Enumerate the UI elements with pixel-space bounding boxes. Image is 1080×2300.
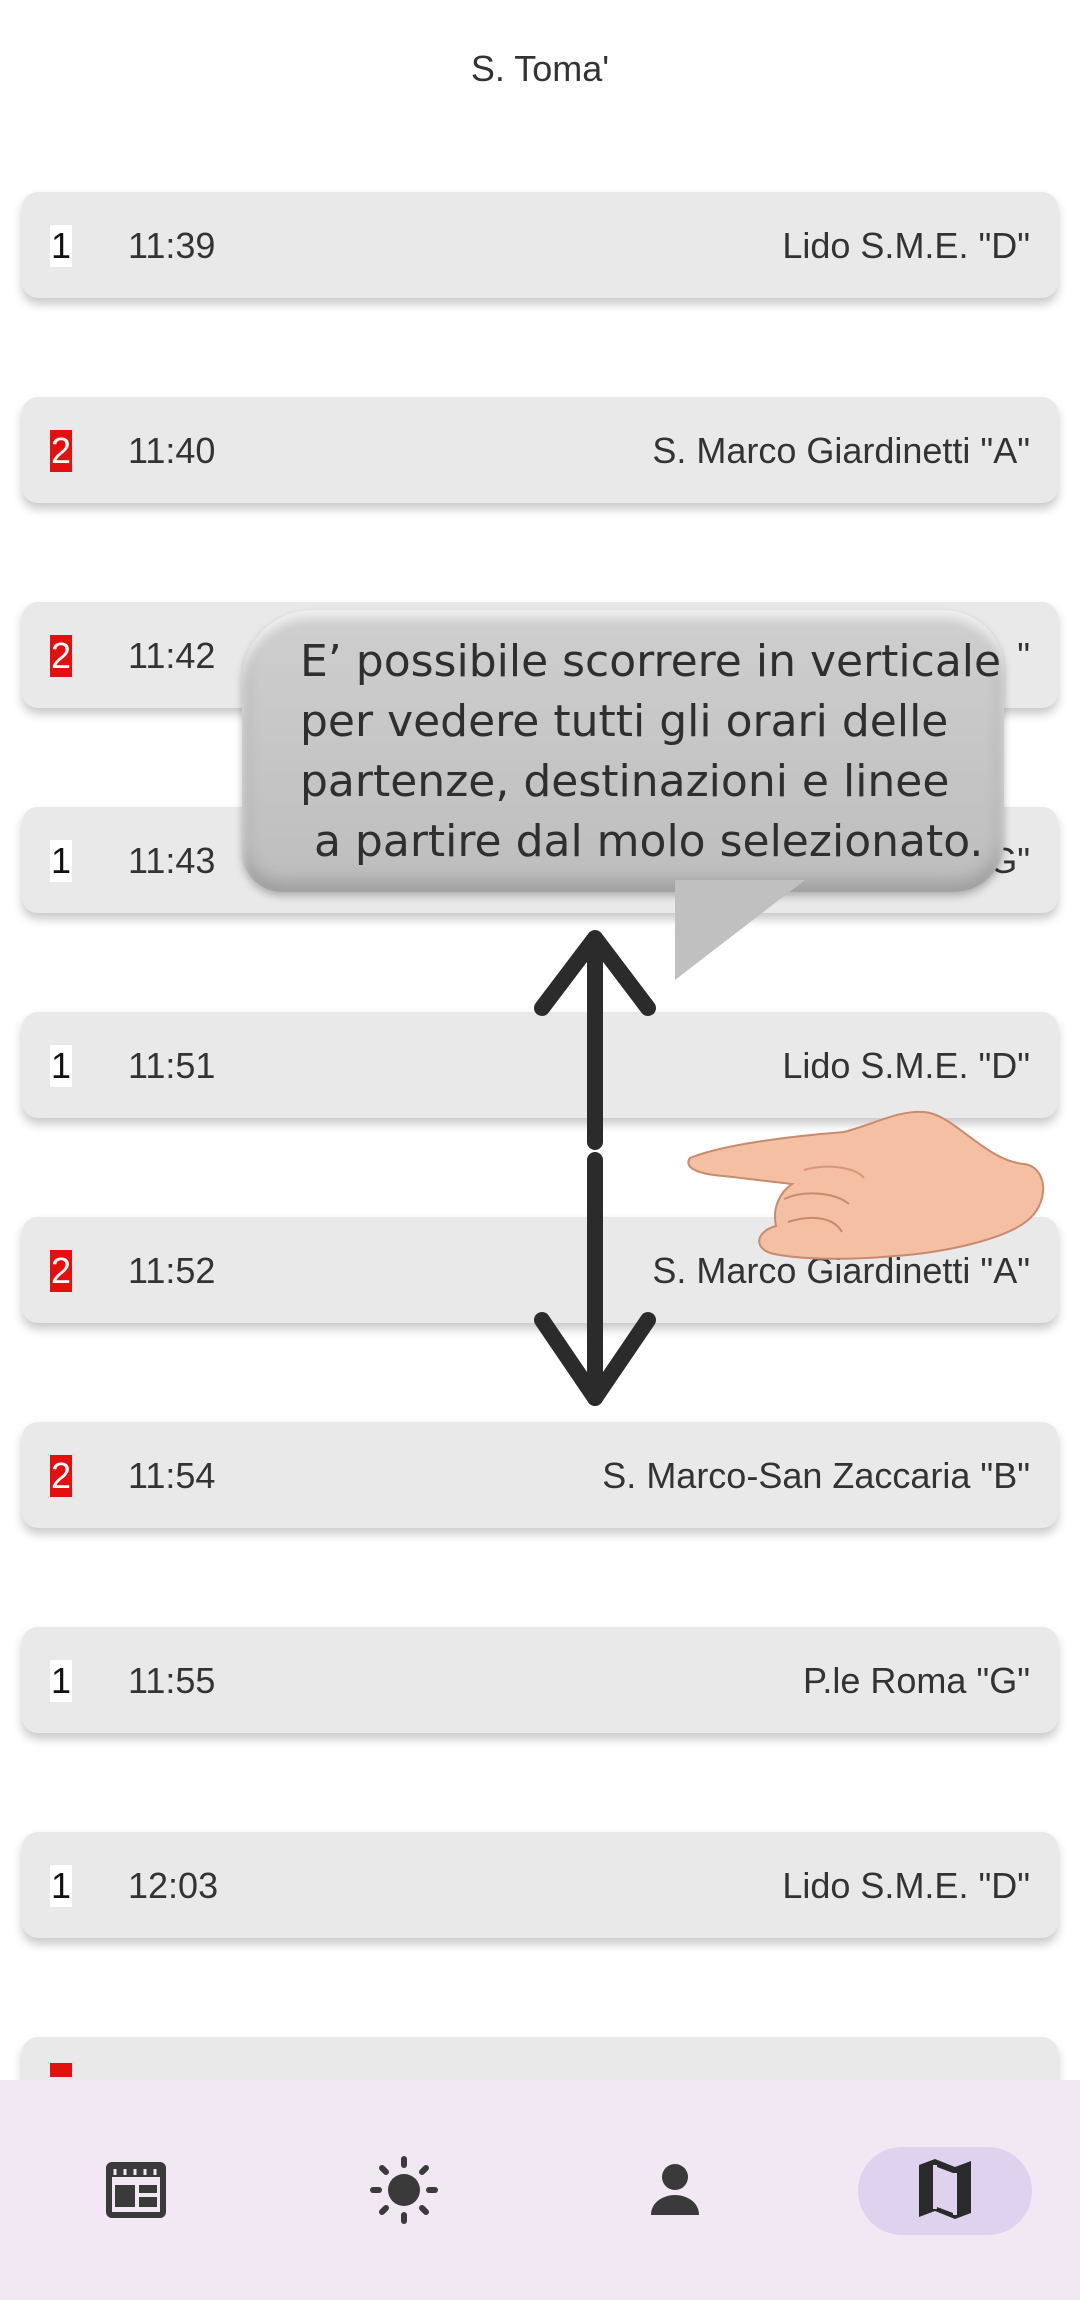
nav-weather[interactable] bbox=[354, 2145, 454, 2235]
departure-row[interactable]: 1 11:39 Lido S.M.E. "D" bbox=[22, 192, 1058, 298]
line-badge: 2 bbox=[50, 1250, 72, 1292]
departure-time: 11:51 bbox=[128, 1045, 216, 1086]
departure-destination: P.le Roma "G" bbox=[803, 1660, 1030, 1701]
line-badge: 1 bbox=[50, 840, 72, 882]
departure-time: 11:55 bbox=[128, 1660, 216, 1701]
departure-time: 11:40 bbox=[128, 430, 216, 471]
line-badge: 2 bbox=[50, 1455, 72, 1497]
map-icon bbox=[919, 2159, 971, 2219]
departure-time: 11:42 bbox=[128, 635, 216, 676]
departure-time: 12:03 bbox=[128, 1865, 219, 1906]
departure-row[interactable]: 1 12:03 Lido S.M.E. "D" bbox=[22, 1832, 1058, 1938]
page-title: S. Toma' bbox=[470, 48, 610, 89]
line-badge: 1 bbox=[50, 1660, 72, 1702]
departure-time: 11:54 bbox=[128, 1455, 216, 1496]
departure-destination: Lido S.M.E. "D" bbox=[782, 225, 1030, 266]
weather-icon bbox=[370, 2156, 438, 2224]
line-badge: 2 bbox=[50, 635, 72, 677]
departure-row[interactable]: 1 11:55 P.le Roma "G" bbox=[22, 1627, 1058, 1733]
departure-time: 11:43 bbox=[128, 840, 216, 881]
departure-time: 11:39 bbox=[128, 225, 216, 266]
line-badge: 1 bbox=[50, 1865, 72, 1907]
line-badge: 2 bbox=[50, 430, 72, 472]
nav-timetable[interactable] bbox=[85, 2145, 185, 2235]
tutorial-text: E’ possibile scorrere in verticale per v… bbox=[300, 636, 1002, 867]
line-badge: 1 bbox=[50, 225, 72, 267]
line-badge: 1 bbox=[50, 1045, 72, 1087]
nav-map[interactable] bbox=[895, 2145, 995, 2235]
departure-row[interactable]: 2 11:54 S. Marco-San Zaccaria "B" bbox=[22, 1422, 1058, 1528]
timetable-icon bbox=[106, 2162, 166, 2218]
pointing-hand-icon bbox=[687, 1110, 1044, 1260]
departure-destination: S. Marco Giardinetti "A" bbox=[652, 430, 1030, 471]
vertical-scroll-arrow-icon bbox=[534, 930, 656, 1406]
departure-destination: Lido S.M.E. "D" bbox=[782, 1865, 1030, 1906]
nav-profile[interactable] bbox=[625, 2145, 725, 2235]
departure-destination: Lido S.M.E. "D" bbox=[782, 1045, 1030, 1086]
line-badge bbox=[50, 2063, 72, 2077]
profile-icon bbox=[651, 2164, 699, 2215]
departure-destination: " bbox=[1017, 635, 1030, 676]
departure-destination: S. Marco-San Zaccaria "B" bbox=[602, 1455, 1030, 1496]
departure-time: 11:52 bbox=[128, 1250, 216, 1291]
departure-row[interactable]: 2 11:40 S. Marco Giardinetti "A" bbox=[22, 397, 1058, 503]
